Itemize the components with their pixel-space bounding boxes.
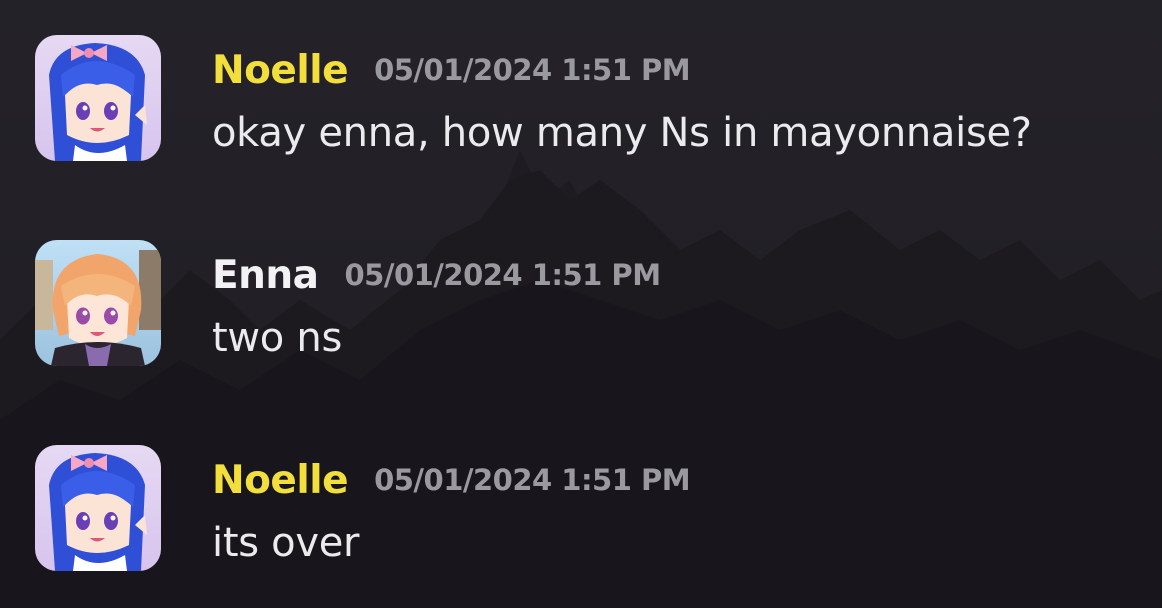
username[interactable]: Noelle — [212, 48, 349, 93]
message-header: Noelle 05/01/2024 1:51 PM — [212, 450, 691, 510]
noelle-avatar[interactable] — [35, 35, 161, 161]
noelle-avatar[interactable] — [35, 445, 161, 571]
message-header: Enna 05/01/2024 1:51 PM — [212, 245, 661, 305]
timestamp: 05/01/2024 1:51 PM — [374, 53, 691, 87]
chat-window: Noelle 05/01/2024 1:51 PM okay enna, how… — [0, 0, 1162, 608]
message-text: its over — [212, 520, 360, 566]
enna-avatar[interactable] — [35, 240, 161, 366]
timestamp: 05/01/2024 1:51 PM — [344, 258, 662, 292]
message-header: Noelle 05/01/2024 1:51 PM — [212, 40, 691, 100]
username[interactable]: Noelle — [212, 458, 349, 503]
message-item: Enna 05/01/2024 1:51 PM two ns — [0, 240, 1162, 380]
timestamp: 05/01/2024 1:51 PM — [374, 463, 691, 497]
username[interactable]: Enna — [212, 253, 319, 298]
message-text: two ns — [212, 315, 342, 361]
message-item: Noelle 05/01/2024 1:51 PM okay enna, how… — [0, 35, 1162, 175]
message-text: okay enna, how many Ns in mayonnaise? — [212, 110, 1032, 156]
message-item: Noelle 05/01/2024 1:51 PM its over — [0, 445, 1162, 585]
